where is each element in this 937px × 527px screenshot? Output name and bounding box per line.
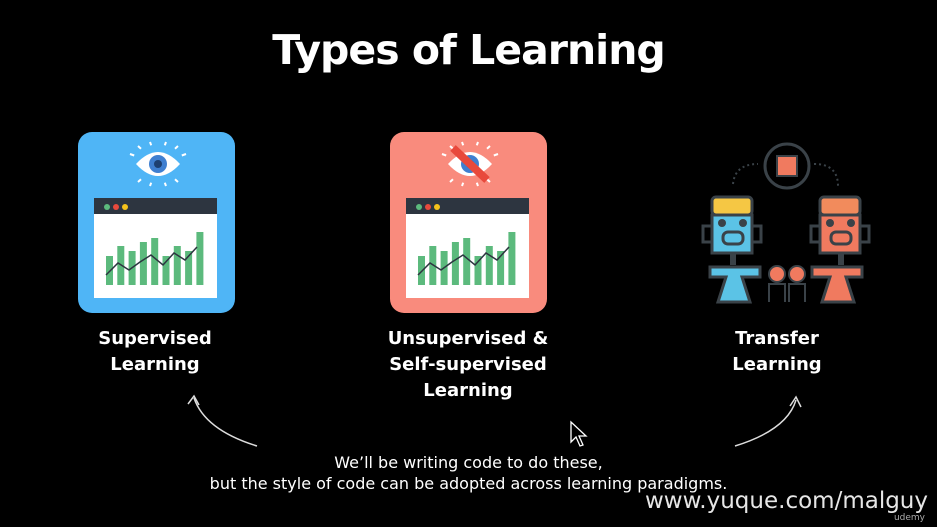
- brand-logo: udemy: [893, 513, 925, 523]
- mouse-cursor-icon: [570, 420, 588, 447]
- arrow-right-icon: [734, 395, 802, 447]
- note-line: We’ll be writing code to do these,: [334, 453, 603, 472]
- watermark: www.yuque.com/malguy: [644, 488, 928, 514]
- arrow-left-icon: [187, 394, 258, 447]
- arrows-overlay: [187, 394, 802, 447]
